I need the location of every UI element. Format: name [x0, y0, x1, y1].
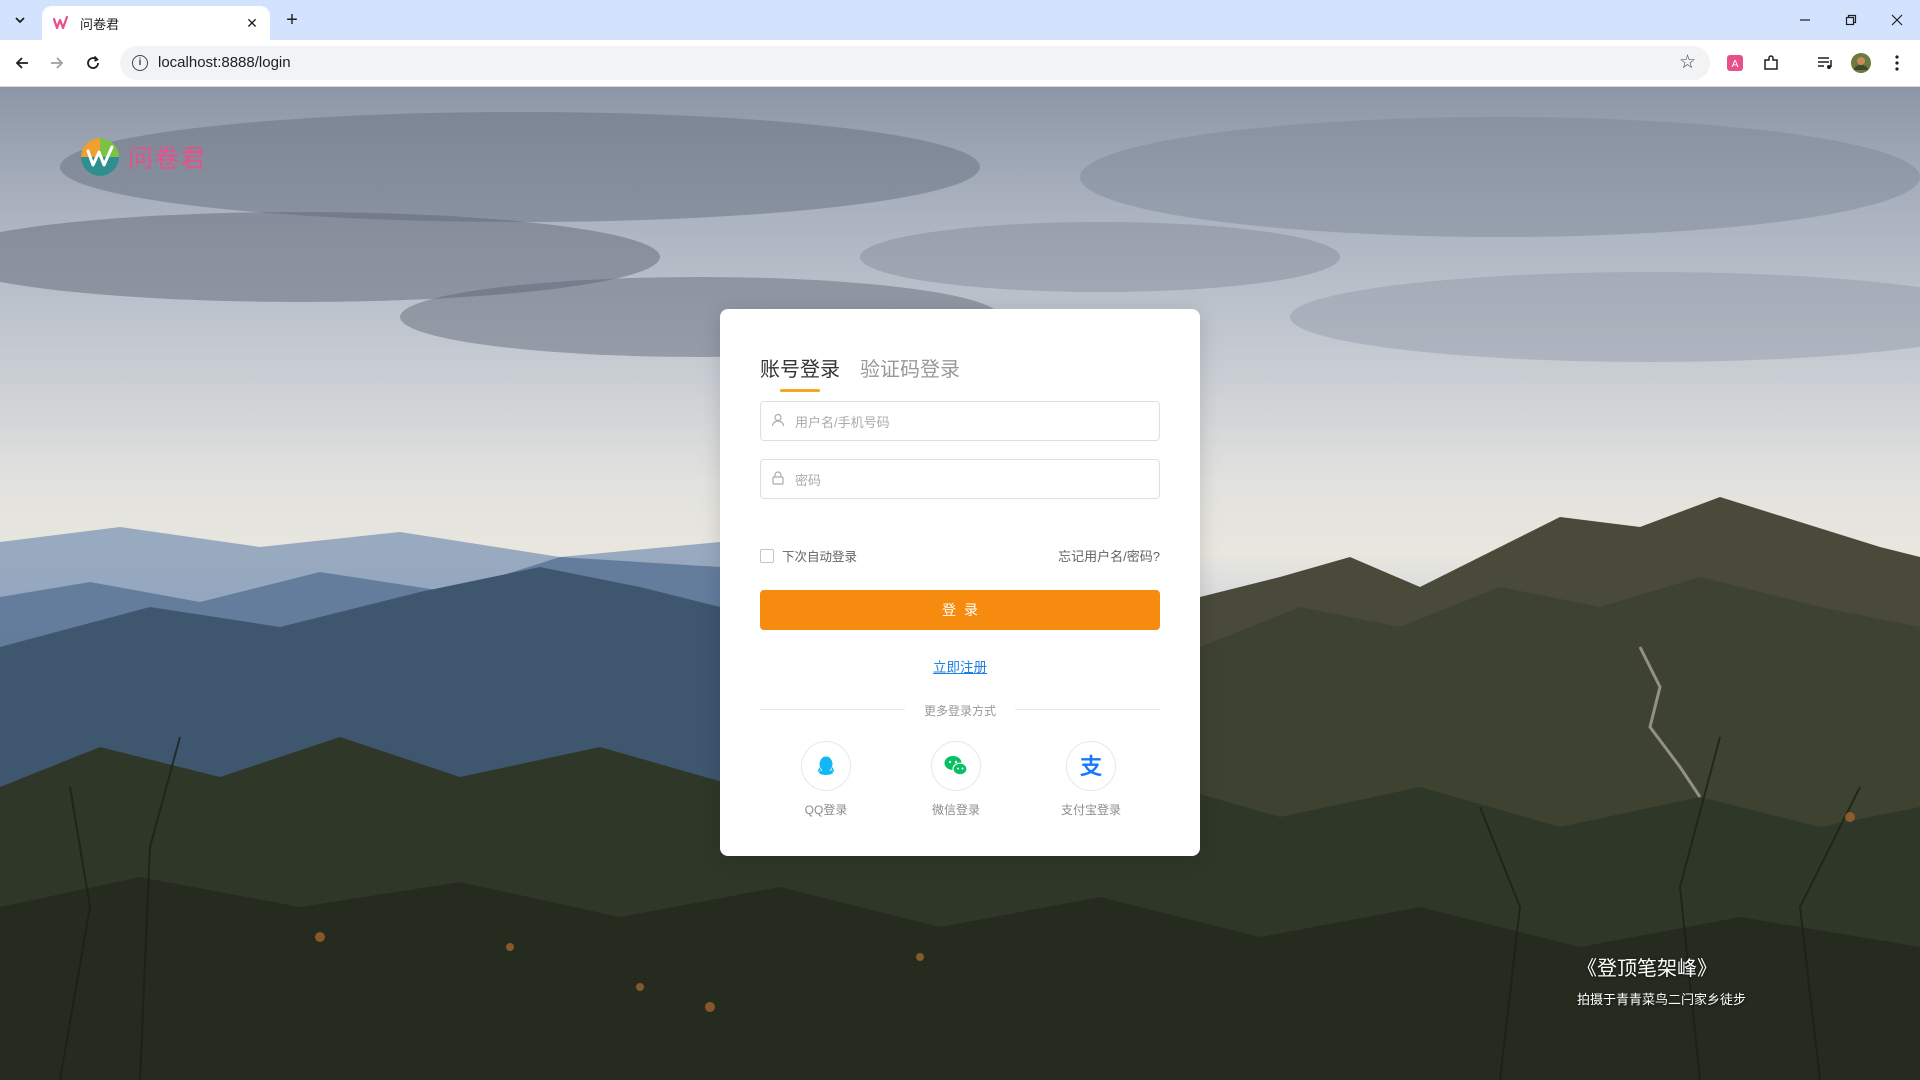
alipay-login-button[interactable]: 支 支付宝登录 — [1051, 741, 1131, 818]
site-favicon-icon — [52, 15, 69, 30]
alipay-login-label: 支付宝登录 — [1060, 803, 1121, 817]
new-tab-button[interactable]: + — [280, 9, 304, 32]
divider-line-right — [1015, 709, 1160, 710]
register-link[interactable]: 立即注册 — [933, 660, 987, 675]
qq-login-circle[interactable] — [801, 741, 851, 791]
password-field[interactable] — [760, 459, 1160, 500]
lock-icon — [772, 471, 784, 485]
logo-icon — [81, 138, 119, 176]
svg-text:支: 支 — [1080, 755, 1103, 778]
qq-icon — [817, 756, 835, 775]
login-tabs: 账号登录 验证码登录 — [760, 353, 980, 392]
more-methods-label: 更多登录方式 — [923, 704, 996, 718]
user-icon — [771, 413, 785, 427]
restore-button[interactable] — [1828, 6, 1874, 34]
remember-checkbox[interactable] — [760, 548, 774, 563]
restore-icon — [1845, 14, 1857, 26]
username-input[interactable] — [793, 402, 1147, 442]
more-methods-divider: 更多登录方式 — [760, 701, 1160, 718]
qq-login-label: QQ登录 — [804, 803, 848, 817]
remember-label[interactable]: 下次自动登录 — [782, 546, 857, 565]
site-logo[interactable]: 问卷君 — [80, 137, 206, 177]
chevron-down-icon — [15, 17, 25, 24]
forward-button[interactable] — [44, 50, 70, 76]
media-playlist-icon[interactable] — [1814, 52, 1836, 74]
close-icon — [1891, 14, 1903, 26]
register-row: 立即注册 — [720, 656, 1200, 677]
reload-icon — [87, 55, 99, 69]
reload-button[interactable] — [80, 50, 106, 76]
password-input[interactable] — [793, 460, 1147, 500]
wechat-login-button[interactable]: 微信登录 — [916, 741, 996, 818]
arrow-left-icon — [15, 57, 28, 69]
site-info-icon[interactable]: i — [132, 55, 148, 71]
profile-avatar[interactable] — [1850, 52, 1872, 74]
photo-caption-title: 《登顶笔架峰》 — [1577, 956, 1717, 980]
svg-text:A: A — [1732, 59, 1739, 70]
minimize-icon — [1800, 19, 1810, 21]
login-card: 账号登录 验证码登录 下次自动登录 忘记用户名/密码? 登录 立即注册 更多登录… — [720, 309, 1200, 856]
wechat-login-circle[interactable] — [931, 741, 981, 791]
logo-text: 问卷君 — [128, 145, 207, 173]
remember-me[interactable]: 下次自动登录 — [760, 546, 857, 565]
wechat-login-label: 微信登录 — [931, 803, 980, 817]
page-viewport: 问卷君 《登顶笔架峰》 拍摄于青青菜鸟二闩家乡徒步 账号登录 验证码登录 下次自… — [0, 87, 1920, 1080]
arrow-right-icon — [51, 57, 64, 69]
photo-caption: 《登顶笔架峰》 拍摄于青青菜鸟二闩家乡徒步 — [1577, 952, 1746, 1008]
extensions-puzzle-icon[interactable] — [1760, 52, 1782, 74]
bookmark-star-icon[interactable]: ☆ — [1679, 51, 1696, 74]
photo-caption-subtitle: 拍摄于青青菜鸟二闩家乡徒步 — [1577, 992, 1747, 1007]
qq-login-button[interactable]: QQ登录 — [786, 741, 866, 818]
tab-title: 问卷君 — [80, 16, 120, 32]
browser-tabstrip: 问卷君 ✕ + — [0, 0, 1920, 40]
tab-code-login[interactable]: 验证码登录 — [860, 353, 960, 392]
address-url[interactable]: localhost:8888/login — [158, 54, 291, 71]
close-window-button[interactable] — [1874, 6, 1920, 34]
browser-menu-icon[interactable] — [1886, 52, 1908, 74]
login-button[interactable]: 登录 — [760, 590, 1160, 630]
browser-tab[interactable]: 问卷君 ✕ — [42, 6, 270, 40]
minimize-button[interactable] — [1782, 6, 1828, 34]
back-button[interactable] — [9, 50, 35, 76]
username-field[interactable] — [760, 401, 1160, 442]
address-bar[interactable]: i localhost:8888/login ☆ — [120, 46, 1710, 80]
alipay-icon: 支 — [1080, 755, 1103, 778]
wechat-icon — [944, 756, 968, 776]
browser-toolbar: i localhost:8888/login ☆ A — [0, 40, 1920, 87]
forgot-password-link[interactable]: 忘记用户名/密码? — [1058, 546, 1160, 565]
tab-search-button[interactable] — [6, 8, 34, 32]
extension-translate-icon[interactable]: A — [1724, 52, 1746, 74]
tab-account-login[interactable]: 账号登录 — [760, 353, 840, 392]
alipay-login-circle[interactable]: 支 — [1066, 741, 1116, 791]
close-tab-icon[interactable]: ✕ — [242, 13, 262, 33]
